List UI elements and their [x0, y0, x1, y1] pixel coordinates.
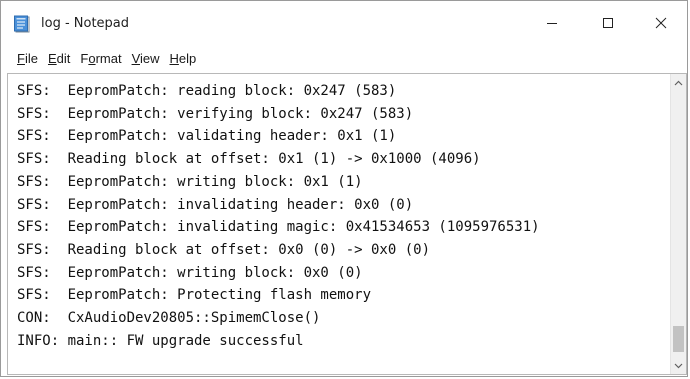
menu-edit[interactable]: Edit	[43, 49, 75, 69]
log-line: SFS: EepromPatch: writing block: 0x0 (0)	[17, 264, 363, 281]
vertical-scrollbar[interactable]	[670, 74, 686, 374]
log-line: SFS: Reading block at offset: 0x0 (0) ->…	[17, 241, 431, 258]
close-icon	[655, 17, 667, 29]
maximize-icon	[603, 18, 613, 28]
scroll-up-button[interactable]	[671, 74, 686, 91]
log-line: SFS: EepromPatch: reading block: 0x247 (…	[17, 83, 397, 99]
log-line: SFS: EepromPatch: writing block: 0x1 (1)	[17, 173, 363, 190]
log-line: SFS: EepromPatch: invalidating header: 0…	[17, 196, 414, 213]
editor-frame: SFS: EepromPatch: reading block: 0x247 (…	[7, 73, 687, 375]
menu-file[interactable]: File	[12, 49, 43, 69]
maximize-button[interactable]	[580, 1, 636, 45]
notepad-window: log - Notepad File Edit Format View Help…	[0, 0, 688, 377]
menu-bar: File Edit Format View Help	[1, 45, 687, 73]
close-button[interactable]	[633, 1, 689, 45]
log-line: SFS: EepromPatch: validating header: 0x1…	[17, 128, 397, 145]
log-line: SFS: Reading block at offset: 0x1 (1) ->…	[17, 151, 481, 168]
log-line: SFS: EepromPatch: invalidating magic: 0x…	[17, 219, 540, 236]
menu-view[interactable]: View	[127, 49, 165, 69]
menu-format[interactable]: Format	[75, 49, 126, 69]
log-line: SFS: EepromPatch: Protecting flash memor…	[17, 287, 372, 304]
window-title: log - Notepad	[41, 16, 130, 31]
minimize-button[interactable]	[524, 1, 580, 45]
scroll-down-button[interactable]	[671, 357, 686, 374]
log-line: CON: CxAudioDev20805::SpimemClose()	[17, 310, 321, 327]
minimize-icon	[547, 23, 557, 24]
log-line: INFO: main:: FW upgrade successful	[17, 332, 304, 349]
chevron-down-icon	[674, 363, 683, 368]
notepad-app-icon	[14, 15, 30, 33]
menu-help[interactable]: Help	[165, 49, 202, 69]
title-bar[interactable]: log - Notepad	[1, 1, 687, 45]
scroll-thumb[interactable]	[673, 326, 684, 352]
chevron-up-icon	[674, 80, 683, 85]
text-editor[interactable]: SFS: EepromPatch: reading block: 0x247 (…	[8, 74, 670, 374]
log-line: SFS: EepromPatch: verifying block: 0x247…	[17, 105, 414, 122]
